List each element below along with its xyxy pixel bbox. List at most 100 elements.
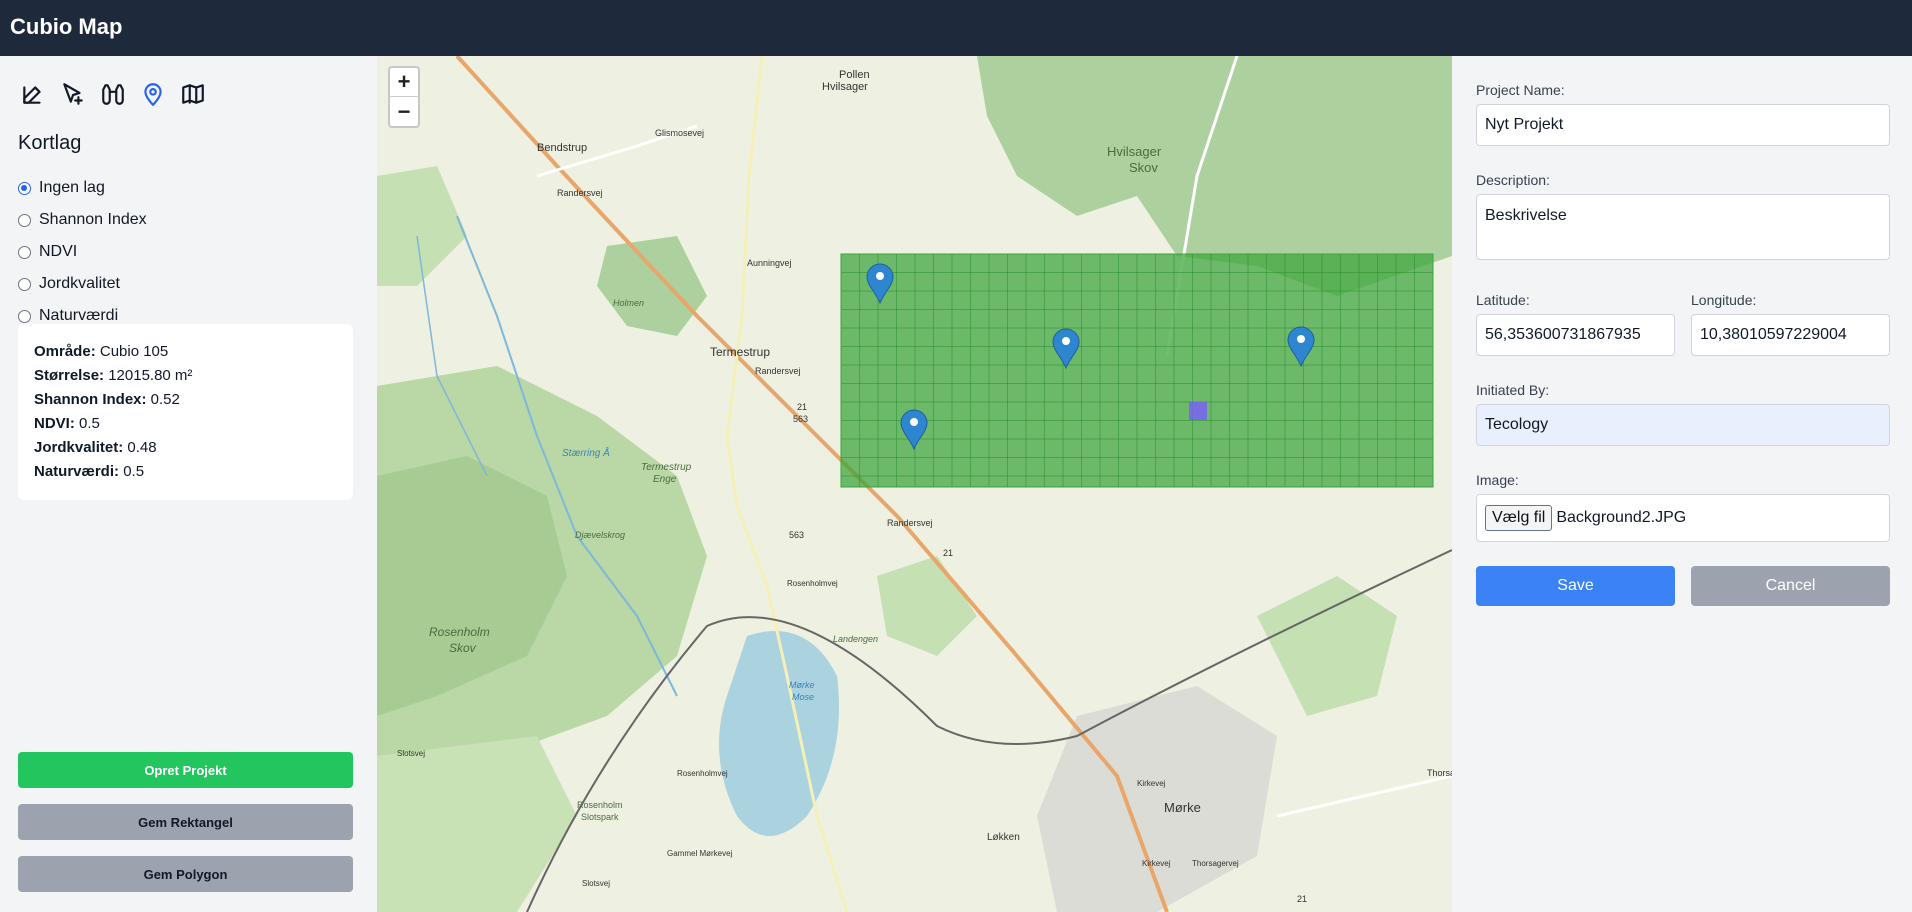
info-label: Shannon Index:	[34, 391, 147, 408]
info-value: 0.5	[123, 463, 145, 480]
map-label: Skov	[1129, 160, 1158, 175]
map-label: Mørke	[789, 680, 815, 690]
map-label: 563	[789, 530, 804, 540]
map-label: Landengen	[833, 634, 878, 644]
map-label: Randersvej	[887, 518, 933, 528]
save-polygon-button[interactable]: Gem Polygon	[18, 856, 353, 892]
layer-label: NDVI	[39, 243, 78, 260]
map-label: 563	[793, 414, 808, 424]
selection-grid[interactable]	[840, 253, 1434, 488]
map-label: Løkken	[987, 832, 1020, 843]
file-name: Background2.JPG	[1556, 509, 1687, 526]
edit-tool-button[interactable]	[18, 79, 48, 109]
map-label: Aunningvej	[747, 258, 792, 268]
info-value: 0.48	[127, 439, 157, 456]
map-label: Termestrup	[641, 462, 692, 473]
map-tool-button[interactable]	[178, 79, 208, 109]
layer-label: Jordkvalitet	[39, 275, 120, 292]
layer-option-shannon[interactable]: Shannon Index	[18, 204, 147, 236]
map-label: Skov	[449, 641, 477, 655]
map-label: Rosenholm	[577, 800, 623, 810]
map-label: Randersvej	[755, 366, 801, 376]
map-label: Slotspark	[581, 812, 619, 822]
info-label: NDVI:	[34, 415, 75, 432]
radio-button[interactable]	[18, 277, 31, 291]
description-label: Description:	[1476, 172, 1550, 188]
image-label: Image:	[1476, 472, 1519, 488]
map-label: Thorsa	[1427, 768, 1452, 778]
binoculars-icon	[102, 84, 124, 105]
map-label: Djævelskrog	[575, 530, 625, 540]
layer-list: Ingen lag Shannon Index NDVI Jordkvalite…	[18, 172, 147, 332]
map-label: Holmen	[613, 298, 644, 308]
layer-option-ndvi[interactable]: NDVI	[18, 236, 147, 268]
project-name-input[interactable]: Nyt Projekt	[1476, 104, 1890, 146]
create-project-button[interactable]: Opret Projekt	[18, 752, 353, 788]
project-name-label: Project Name:	[1476, 82, 1565, 98]
project-form: Project Name: Nyt Projekt Description: B…	[1452, 56, 1912, 912]
select-add-tool-button[interactable]	[58, 79, 88, 109]
map-label: Bendstrup	[537, 142, 587, 154]
map-label: Stærring Å	[562, 446, 610, 459]
layer-option-soil[interactable]: Jordkvalitet	[18, 268, 147, 300]
info-row-soil: Jordkvalitet: 0.48	[34, 436, 337, 460]
map-label: Slotsvej	[582, 879, 610, 888]
map-label: Rosenholm	[429, 625, 490, 639]
map-label: Rosenholmvej	[787, 579, 838, 588]
radio-button[interactable]	[18, 213, 31, 227]
radio-button[interactable]	[18, 245, 31, 259]
info-row-ndvi: NDVI: 0.5	[34, 412, 337, 436]
area-info-card: Område: Cubio 105 Størrelse: 12015.80 m²…	[18, 324, 353, 500]
map-label: Termestrup	[710, 345, 770, 359]
tool-bar	[18, 79, 208, 109]
layer-label: Naturværdi	[39, 307, 119, 324]
map-canvas[interactable]: Pollen Hvilsager Bendstrup Glismosevej R…	[377, 56, 1452, 912]
info-value: Cubio 105	[99, 343, 169, 360]
map-label: 21	[943, 548, 953, 558]
zoom-in-button[interactable]: +	[390, 68, 418, 97]
info-value: 12015.80 m²	[108, 367, 193, 384]
map-label: Pollen	[839, 69, 870, 81]
radio-button[interactable]	[18, 181, 31, 195]
longitude-input[interactable]: 10,38010597229004	[1691, 314, 1890, 356]
description-textarea[interactable]: Beskrivelse	[1476, 194, 1890, 260]
marker-tool-button[interactable]	[138, 79, 168, 109]
map-label: Kirkevej	[1137, 779, 1166, 788]
info-label: Størrelse:	[34, 367, 105, 384]
layer-option-none[interactable]: Ingen lag	[18, 172, 147, 204]
select-add-icon	[63, 83, 83, 105]
initiated-by-input[interactable]: Tecology	[1476, 404, 1890, 446]
highlighted-cell[interactable]	[1189, 402, 1207, 420]
zoom-out-button[interactable]: −	[390, 97, 418, 126]
radio-button[interactable]	[18, 309, 31, 323]
info-row-nature: Naturværdi: 0.5	[34, 460, 337, 484]
latitude-label: Latitude:	[1476, 292, 1530, 308]
map-label: Kirkevej	[1142, 859, 1171, 868]
map-pin-icon	[144, 83, 162, 106]
binoculars-tool-button[interactable]	[98, 79, 128, 109]
info-value: 0.52	[150, 391, 180, 408]
map-view[interactable]: Pollen Hvilsager Bendstrup Glismosevej R…	[377, 56, 1452, 912]
map-label: Randersvej	[557, 188, 603, 198]
edit-icon	[23, 86, 41, 104]
choose-file-button[interactable]: Vælg fil	[1485, 505, 1553, 531]
map-label: Thorsagervej	[1192, 859, 1239, 868]
map-label: 21	[1297, 894, 1307, 904]
map-label: Mørke	[1164, 800, 1201, 815]
info-row-area: Område: Cubio 105	[34, 340, 337, 364]
image-file-input[interactable]: Vælg fil Background2.JPG	[1476, 494, 1890, 542]
layer-label: Ingen lag	[39, 179, 105, 196]
longitude-label: Longitude:	[1691, 292, 1757, 308]
layer-label: Shannon Index	[39, 211, 147, 228]
info-label: Område:	[34, 343, 96, 360]
info-label: Jordkvalitet:	[34, 439, 124, 456]
map-label: Rosenholmvej	[677, 769, 728, 778]
info-value: 0.5	[79, 415, 100, 432]
info-label: Naturværdi:	[34, 463, 120, 480]
map-fold-icon	[182, 84, 204, 104]
latitude-input[interactable]: 56,353600731867935	[1476, 314, 1675, 356]
map-label: Hvilsager	[822, 81, 868, 93]
save-rectangle-button[interactable]: Gem Rektangel	[18, 804, 353, 840]
save-button[interactable]: Save	[1476, 566, 1675, 606]
cancel-button[interactable]: Cancel	[1691, 566, 1890, 606]
